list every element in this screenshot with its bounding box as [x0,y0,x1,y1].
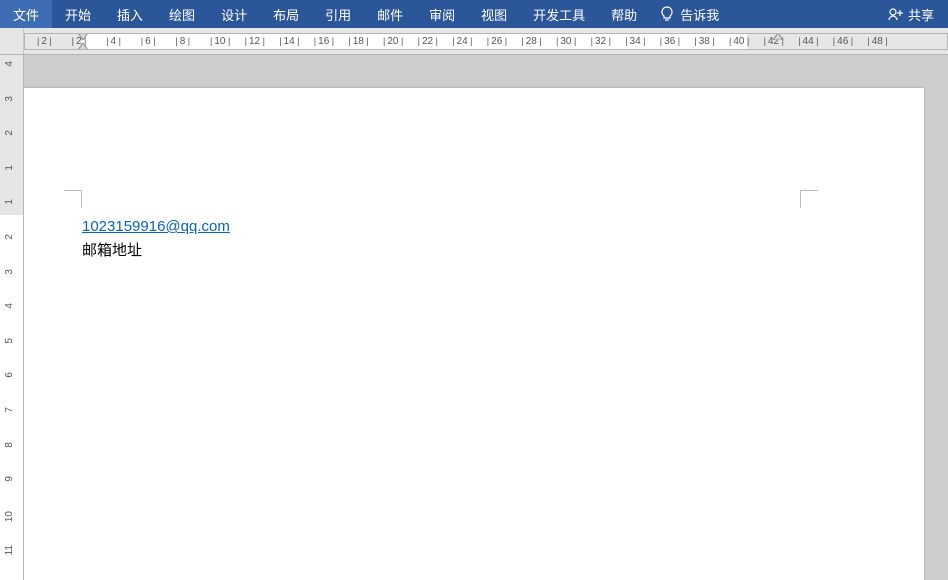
h-ruler-tick: 44 [798,36,818,47]
ribbon-tab-layout[interactable]: 布局 [260,0,312,28]
ribbon-tabs: 文件 开始 插入 绘图 设计 布局 引用 邮件 审阅 视图 开发工具 帮助 [0,0,650,28]
h-ruler-tick: 2 [37,36,52,47]
share-icon [888,7,904,21]
h-ruler-tick: 24 [452,36,472,47]
ribbon-tab-help[interactable]: 帮助 [598,0,650,28]
h-ruler-tick: 8 [175,36,190,47]
h-ruler-tick: 14 [279,36,299,47]
h-ruler-tick: 48 [867,36,887,47]
v-ruler-tick: 1 [4,165,15,171]
h-ruler-tick: 6 [141,36,156,47]
h-ruler-tick: 22 [418,36,438,47]
email-hyperlink[interactable]: 1023159916@qq.com [82,218,230,235]
v-ruler-tick: 3 [4,269,15,275]
v-ruler-tick: 7 [4,407,15,413]
ribbon-tab-devtools[interactable]: 开发工具 [520,0,598,28]
ribbon-tab-home[interactable]: 开始 [52,0,104,28]
ruler-area: 2246810121416182022242628303234363840424… [0,28,948,55]
ruler-corner [0,28,24,54]
v-ruler-tick: 10 [4,511,15,522]
ribbon-tab-file[interactable]: 文件 [0,0,52,28]
h-ruler-tick: 30 [556,36,576,47]
share-button[interactable]: 共享 [882,0,940,28]
email-label-text[interactable]: 邮箱地址 [82,239,230,263]
v-ruler-tick: 4 [4,303,15,309]
h-ruler-tick: 40 [729,36,749,47]
header-margin-mark-right [800,190,818,208]
v-ruler-tick: 5 [4,338,15,344]
document-page[interactable]: 1023159916@qq.com 邮箱地址 [24,88,924,580]
h-ruler-tick: 16 [314,36,334,47]
h-ruler-tick: 28 [521,36,541,47]
v-ruler-tick: 1 [4,199,15,205]
lightbulb-icon [660,6,674,22]
h-ruler-tick: 34 [625,36,645,47]
ribbon-tab-view[interactable]: 视图 [468,0,520,28]
share-label: 共享 [908,5,934,24]
hanging-indent-icon[interactable] [78,43,88,50]
ribbon-bar: 文件 开始 插入 绘图 设计 布局 引用 邮件 审阅 视图 开发工具 帮助 告诉… [0,0,948,28]
right-indent-icon[interactable] [773,33,783,40]
h-ruler-tick: 32 [591,36,611,47]
v-ruler-tick: 8 [4,442,15,448]
v-ruler-tick: 9 [4,476,15,482]
workspace: 43211234567891011121314 1023159916@qq.co… [0,55,948,580]
ribbon-tab-ref[interactable]: 引用 [312,0,364,28]
page-content[interactable]: 1023159916@qq.com 邮箱地址 [82,215,230,263]
h-ruler-tick: 10 [210,36,230,47]
h-ruler-tick: 46 [833,36,853,47]
ribbon-tab-mail[interactable]: 邮件 [364,0,416,28]
h-ruler-tick: 4 [106,36,121,47]
tell-me-search[interactable]: 告诉我 [650,0,729,28]
ribbon-tab-insert[interactable]: 插入 [104,0,156,28]
ribbon-tab-design[interactable]: 设计 [208,0,260,28]
h-ruler-tick: 38 [694,36,714,47]
h-ruler-tick: 18 [348,36,368,47]
first-line-indent-icon[interactable] [78,33,88,40]
page-area[interactable]: 1023159916@qq.com 邮箱地址 [24,55,948,580]
v-ruler-tick: 3 [4,96,15,102]
h-ruler-tick: 20 [383,36,403,47]
v-ruler-tick: 2 [4,130,15,136]
h-ruler-tick: 26 [487,36,507,47]
header-margin-mark-left [64,190,82,208]
v-ruler-tick: 2 [4,234,15,240]
v-ruler-tick: 6 [4,372,15,378]
vertical-ruler[interactable]: 43211234567891011121314 [0,55,24,580]
horizontal-ruler[interactable]: 2246810121416182022242628303234363840424… [24,33,948,50]
v-ruler-tick: 11 [4,545,15,555]
h-ruler-tick: 36 [660,36,680,47]
ribbon-tab-draw[interactable]: 绘图 [156,0,208,28]
v-ruler-tick: 4 [4,61,15,67]
ribbon-tab-review[interactable]: 审阅 [416,0,468,28]
h-ruler-tick: 12 [245,36,265,47]
tell-me-label: 告诉我 [680,5,719,24]
